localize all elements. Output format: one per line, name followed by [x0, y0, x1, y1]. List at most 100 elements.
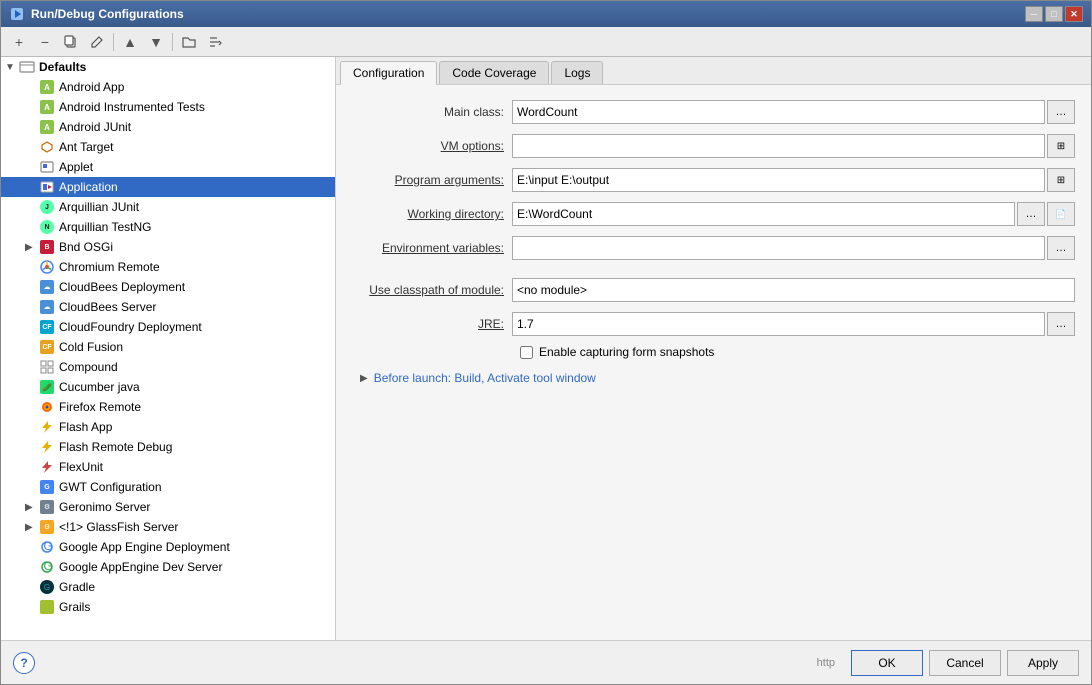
- edit-button[interactable]: [85, 31, 109, 53]
- folder-button[interactable]: [177, 31, 201, 53]
- before-launch-expander[interactable]: ▶: [360, 373, 368, 384]
- main-class-label: Main class:: [352, 105, 512, 119]
- apply-button[interactable]: Apply: [1007, 650, 1079, 676]
- working-dir-browse-button[interactable]: …: [1017, 202, 1045, 226]
- tree-item-cloudbees-deployment[interactable]: ☁ CloudBees Deployment: [1, 277, 335, 297]
- move-up-button[interactable]: ▲: [118, 31, 142, 53]
- program-args-expand-button[interactable]: ⊞: [1047, 168, 1075, 192]
- tree-item-geronimo-server[interactable]: ▶ ⚙ Geronimo Server: [1, 497, 335, 517]
- add-button[interactable]: +: [7, 31, 31, 53]
- close-button[interactable]: ✕: [1065, 6, 1083, 22]
- vm-options-expand-button[interactable]: ⊞: [1047, 134, 1075, 158]
- tree-item-android-junit[interactable]: A Android JUnit: [1, 117, 335, 137]
- tree-item-flash-remote-debug[interactable]: Flash Remote Debug: [1, 437, 335, 457]
- sort-button[interactable]: [203, 31, 227, 53]
- main-class-browse-button[interactable]: …: [1047, 100, 1075, 124]
- main-class-input[interactable]: [512, 100, 1045, 124]
- tree-item-defaults[interactable]: ▼ Defaults: [1, 57, 335, 77]
- copy-button[interactable]: [59, 31, 83, 53]
- main-content: ▼ Defaults A Android App: [1, 57, 1091, 640]
- before-launch-section: ▶ Before launch: Build, Activate tool wi…: [360, 371, 1075, 385]
- tree-item-arquillian-junit[interactable]: J Arquillian JUnit: [1, 197, 335, 217]
- maximize-button[interactable]: □: [1045, 6, 1063, 22]
- chromium-remote-label: Chromium Remote: [59, 260, 160, 274]
- tree-item-chromium-remote[interactable]: Chromium Remote: [1, 257, 335, 277]
- cloudbees-server-icon: ☁: [39, 299, 55, 315]
- cloudfoundry-icon: CF: [39, 319, 55, 335]
- module-select[interactable]: <no module>: [512, 278, 1075, 302]
- toolbar-separator-2: [172, 33, 173, 51]
- checkbox-row: Enable capturing form snapshots: [520, 345, 1075, 359]
- tree-item-bnd-osgi[interactable]: ▶ B Bnd OSGi: [1, 237, 335, 257]
- flash-app-label: Flash App: [59, 420, 112, 434]
- tree-item-application[interactable]: Application: [1, 177, 335, 197]
- tree-item-google-appengine-dev[interactable]: G Google AppEngine Dev Server: [1, 557, 335, 577]
- tree-item-glassfish-server[interactable]: ▶ ⚙ <!1> GlassFish Server: [1, 517, 335, 537]
- tree-item-cold-fusion[interactable]: CF Cold Fusion: [1, 337, 335, 357]
- arquillian-testng-icon: N: [39, 219, 55, 235]
- tree-item-cloudbees-server[interactable]: ☁ CloudBees Server: [1, 297, 335, 317]
- tab-configuration[interactable]: Configuration: [340, 61, 437, 85]
- move-down-button[interactable]: ▼: [144, 31, 168, 53]
- tree-item-applet[interactable]: Applet: [1, 157, 335, 177]
- tree-item-android-app[interactable]: A Android App: [1, 77, 335, 97]
- google-app-engine-label: Google App Engine Deployment: [59, 540, 230, 554]
- enable-snapshots-checkbox[interactable]: [520, 346, 533, 359]
- ant-target-label: Ant Target: [59, 140, 113, 154]
- ant-target-icon: [39, 139, 55, 155]
- tree-item-flash-app[interactable]: Flash App: [1, 417, 335, 437]
- bottom-buttons: http OK Cancel Apply: [817, 650, 1079, 676]
- android-app-label: Android App: [59, 80, 124, 94]
- google-appengine-dev-icon: G: [39, 559, 55, 575]
- ok-button[interactable]: OK: [851, 650, 923, 676]
- bnd-osgi-label: Bnd OSGi: [59, 240, 113, 254]
- tree-item-cucumber-java[interactable]: 🥒 Cucumber java: [1, 377, 335, 397]
- tree-item-grails[interactable]: Grails: [1, 597, 335, 617]
- working-dir-row: Working directory: … 📄: [352, 201, 1075, 227]
- before-launch-link[interactable]: Before launch: Build, Activate tool wind…: [374, 371, 596, 385]
- application-icon: [39, 179, 55, 195]
- working-dir-macro-button[interactable]: 📄: [1047, 202, 1075, 226]
- help-button[interactable]: ?: [13, 652, 35, 674]
- jre-select[interactable]: 1.7: [512, 312, 1045, 336]
- tree-item-arquillian-testng[interactable]: N Arquillian TestNG: [1, 217, 335, 237]
- vm-options-row: VM options: ⊞: [352, 133, 1075, 159]
- tree-item-cloudfoundry[interactable]: CF CloudFoundry Deployment: [1, 317, 335, 337]
- flash-remote-debug-label: Flash Remote Debug: [59, 440, 172, 454]
- env-vars-input[interactable]: [512, 236, 1045, 260]
- run-debug-configurations-dialog: Run/Debug Configurations ─ □ ✕ + − ▲ ▼: [0, 0, 1092, 685]
- tab-code-coverage[interactable]: Code Coverage: [439, 61, 549, 84]
- main-class-row: Main class: …: [352, 99, 1075, 125]
- program-args-input[interactable]: [512, 168, 1045, 192]
- tree-item-firefox-remote[interactable]: Firefox Remote: [1, 397, 335, 417]
- svg-text:G: G: [44, 540, 53, 553]
- cancel-button[interactable]: Cancel: [929, 650, 1001, 676]
- enable-snapshots-label: Enable capturing form snapshots: [539, 345, 714, 359]
- tree-item-compound[interactable]: Compound: [1, 357, 335, 377]
- tree-item-gradle[interactable]: G Gradle: [1, 577, 335, 597]
- tree-item-ant-target[interactable]: Ant Target: [1, 137, 335, 157]
- tree-item-google-app-engine[interactable]: G Google App Engine Deployment: [1, 537, 335, 557]
- cloudbees-deployment-icon: ☁: [39, 279, 55, 295]
- grails-icon: [39, 599, 55, 615]
- remove-button[interactable]: −: [33, 31, 57, 53]
- minimize-button[interactable]: ─: [1025, 6, 1043, 22]
- env-vars-browse-button[interactable]: …: [1047, 236, 1075, 260]
- tab-logs[interactable]: Logs: [551, 61, 603, 84]
- bottom-bar: ? http OK Cancel Apply: [1, 640, 1091, 684]
- tree-item-flexunit[interactable]: FlexUnit: [1, 457, 335, 477]
- vm-options-input[interactable]: [512, 134, 1045, 158]
- tabs-bar: Configuration Code Coverage Logs: [336, 57, 1091, 85]
- cloudbees-deployment-label: CloudBees Deployment: [59, 280, 185, 294]
- glassfish-server-icon: ⚙: [39, 519, 55, 535]
- tree-item-android-instrumented[interactable]: A Android Instrumented Tests: [1, 97, 335, 117]
- title-bar-controls: ─ □ ✕: [1025, 6, 1083, 22]
- jre-browse-button[interactable]: …: [1047, 312, 1075, 336]
- android-junit-icon: A: [39, 119, 55, 135]
- working-dir-input[interactable]: [512, 202, 1015, 226]
- glassfish-server-label: <!1> GlassFish Server: [59, 520, 178, 534]
- application-label: Application: [59, 180, 118, 194]
- module-combo-wrapper: <no module>: [512, 278, 1075, 302]
- vm-options-label: VM options:: [352, 139, 512, 153]
- tree-item-gwt-configuration[interactable]: G GWT Configuration: [1, 477, 335, 497]
